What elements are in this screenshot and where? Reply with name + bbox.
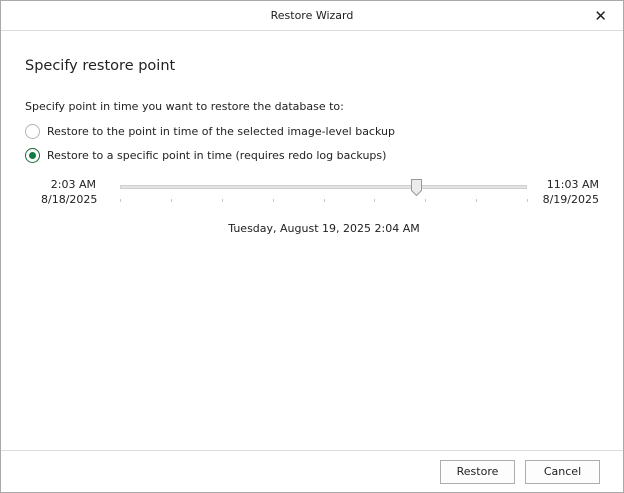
radio-image-level-backup[interactable]: Restore to the point in time of the sele… xyxy=(25,124,395,139)
radio-specific-point[interactable]: Restore to a specific point in time (req… xyxy=(25,148,386,163)
slider-tick xyxy=(221,199,223,202)
slider-tick xyxy=(527,199,528,202)
slider-tick xyxy=(374,199,376,202)
title-bar: Restore Wizard ✕ xyxy=(1,1,623,31)
slider-tick xyxy=(323,199,325,202)
slider-end: 11:03 AM 8/19/2025 xyxy=(531,177,599,207)
window-title: Restore Wizard xyxy=(270,9,354,22)
radio-circle[interactable] xyxy=(25,124,40,139)
time-slider-track[interactable] xyxy=(120,185,527,189)
radio-circle-selected[interactable] xyxy=(25,148,40,163)
prompt-label: Specify point in time you want to restor… xyxy=(25,100,344,113)
slider-tick xyxy=(120,199,121,202)
restore-button[interactable]: Restore xyxy=(440,460,515,484)
slider-tick xyxy=(425,199,427,202)
slider-tick xyxy=(272,199,274,202)
footer-divider xyxy=(1,450,623,451)
cancel-button[interactable]: Cancel xyxy=(525,460,600,484)
end-time: 11:03 AM xyxy=(546,178,599,191)
start-time: 2:03 AM xyxy=(50,178,96,191)
slider-start: 2:03 AM 8/18/2025 xyxy=(41,177,98,207)
radio-label: Restore to a specific point in time (req… xyxy=(47,149,387,162)
selected-point-label: Tuesday, August 19, 2025 2:04 AM xyxy=(228,222,420,235)
slider-tick xyxy=(170,199,172,202)
end-date: 8/19/2025 xyxy=(542,193,599,206)
close-icon[interactable]: ✕ xyxy=(594,1,607,31)
restore-wizard-window: Restore Wizard ✕ Specify restore point S… xyxy=(0,0,624,493)
slider-tick xyxy=(476,199,478,202)
time-slider-thumb[interactable] xyxy=(410,179,422,197)
radio-label: Restore to the point in time of the sele… xyxy=(47,125,395,138)
start-date: 8/18/2025 xyxy=(41,193,98,206)
page-title: Specify restore point xyxy=(25,58,176,74)
